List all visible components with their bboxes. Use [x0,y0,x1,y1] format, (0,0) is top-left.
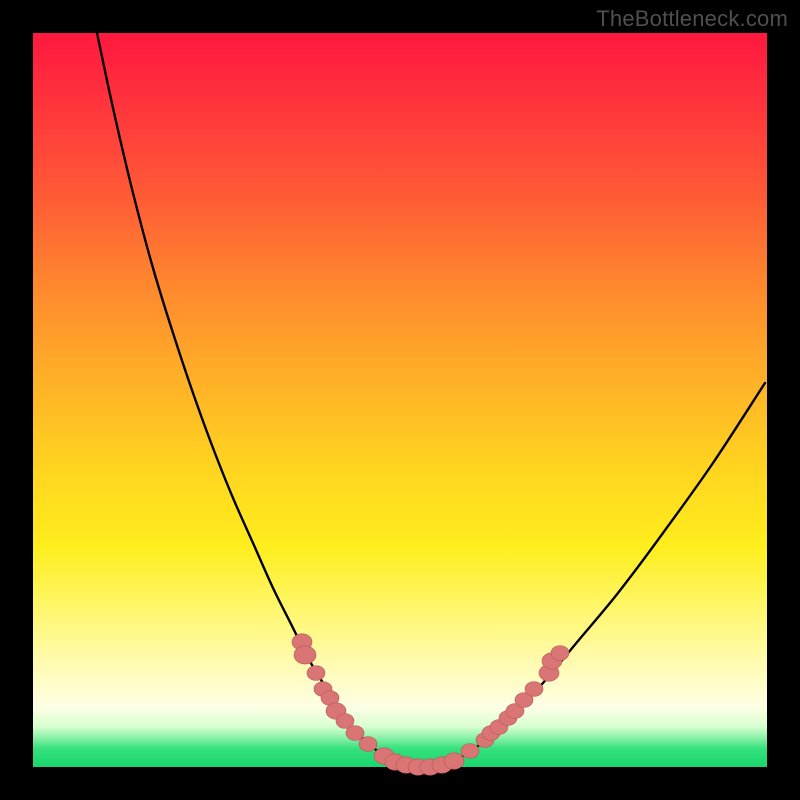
curve-marker [294,646,316,664]
curve-marker [551,646,569,661]
curve-marker [307,666,325,681]
chart-svg [33,33,767,767]
curve-marker [444,753,464,769]
curve-marker [461,744,479,759]
curve-markers [292,634,569,775]
curve-marker [346,726,364,741]
watermark-text: TheBottleneck.com [596,6,788,32]
curve-marker [525,682,543,697]
plot-area [33,33,767,767]
bottleneck-curve [97,33,765,768]
chart-frame: TheBottleneck.com [0,0,800,800]
curve-marker [359,737,377,752]
